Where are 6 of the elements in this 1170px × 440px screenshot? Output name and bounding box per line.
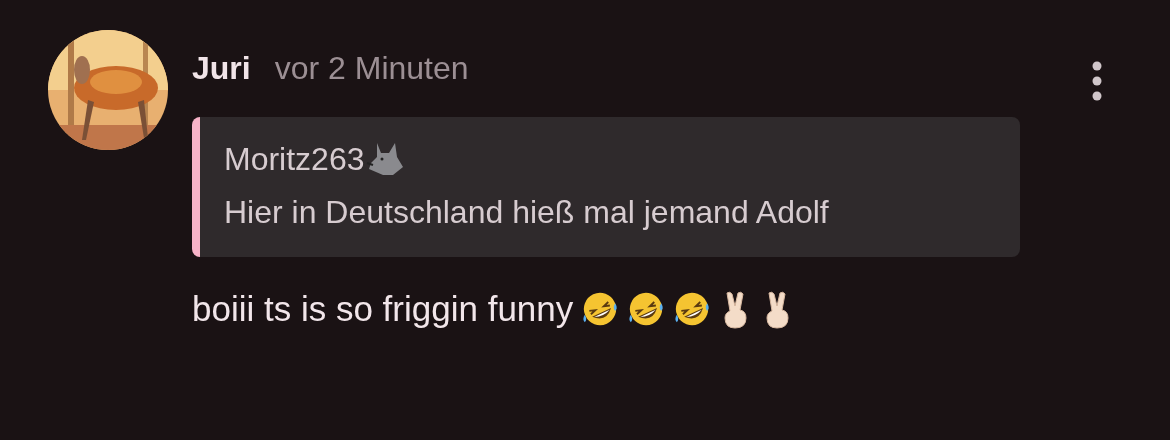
quoted-author: Moritz263 xyxy=(224,140,365,179)
comment-text: boiii ts is so friggin funny xyxy=(192,287,574,330)
author-name: Juri xyxy=(192,49,251,88)
timestamp: vor 2 Minuten xyxy=(274,49,469,88)
quoted-text: Hier in Deutschland hieß mal jemand Adolf xyxy=(224,192,830,232)
more-options-icon[interactable] xyxy=(1092,61,1102,101)
